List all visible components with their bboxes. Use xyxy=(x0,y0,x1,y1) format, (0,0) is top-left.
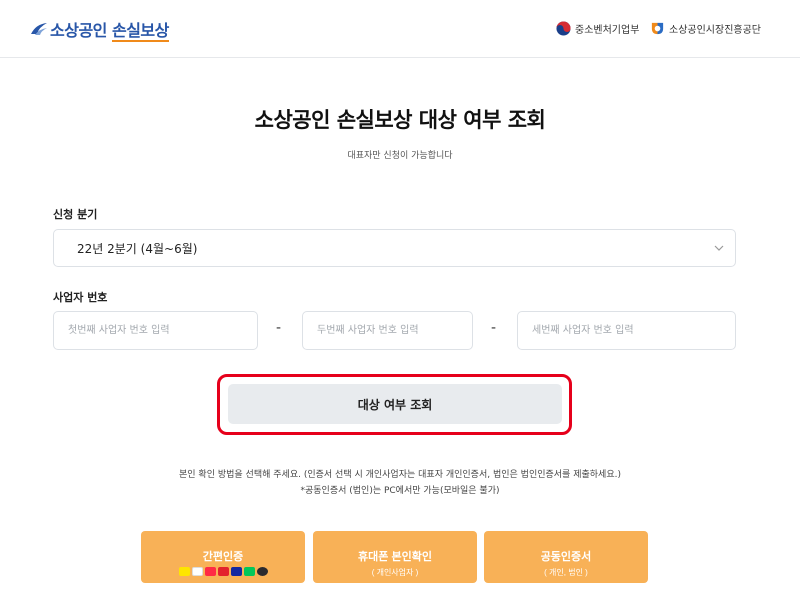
quarter-label: 신청 분기 xyxy=(53,208,98,221)
bizno-label: 사업자 번호 xyxy=(53,291,108,304)
joint-cert-label: 공동인증서 xyxy=(540,551,592,563)
cert-notice: *공동인증서 (법인)는 PC에서만 가능(모바일은 불가) xyxy=(300,486,500,496)
page-subtitle: 대표자만 신청이 가능합니다 xyxy=(347,151,453,161)
agency-mss[interactable]: 중소벤처기업부 xyxy=(556,21,639,36)
search-eligibility-button[interactable]: 대상 여부 조회 xyxy=(228,384,562,424)
bizno-input-2[interactable] xyxy=(302,311,473,350)
site-logo[interactable]: 소상공인 손실보상 xyxy=(30,17,169,42)
phone-auth-sub: ( 개인사업자 ) xyxy=(371,568,419,577)
joint-cert-button[interactable]: 공동인증서 ( 개인, 법인 ) xyxy=(484,531,648,583)
logo-wave-icon xyxy=(31,23,47,35)
quarter-select-value: 22년 2분기 (4월~6월) xyxy=(77,241,198,256)
site-header: 소상공인 손실보상 중소벤처기업부 소상공인시장진흥공단 xyxy=(0,0,800,58)
simple-auth-label: 간편인증 xyxy=(202,551,244,563)
kb-icon xyxy=(256,567,268,576)
bizno-input-3[interactable] xyxy=(517,311,736,350)
taegeuk-emblem-icon xyxy=(556,21,571,36)
bizno-dash-1: - xyxy=(276,320,282,336)
page-title: 소상공인 손실보상 대상 여부 조회 xyxy=(254,108,546,132)
toss-icon xyxy=(191,567,203,576)
semas-emblem-icon xyxy=(651,22,664,35)
auth-notice: 본인 확인 방법을 선택해 주세요. (인증서 선택 시 개인사업자는 대표자 … xyxy=(179,470,621,480)
bizno-input-1[interactable] xyxy=(53,311,258,350)
agency-semas[interactable]: 소상공인시장진흥공단 xyxy=(650,21,761,36)
phone-auth-button[interactable]: 휴대폰 본인확인 ( 개인사업자 ) xyxy=(313,531,477,583)
logo-text: 소상공인 손실보상 xyxy=(50,21,169,42)
samsung-pass-icon xyxy=(230,567,242,576)
naver-icon xyxy=(243,567,255,576)
kakao-icon xyxy=(178,567,190,576)
bizno-dash-2: - xyxy=(491,320,497,336)
joint-cert-sub: ( 개인, 법인 ) xyxy=(544,568,588,577)
chevron-down-icon xyxy=(714,245,724,251)
phone-auth-label: 휴대폰 본인확인 xyxy=(358,551,432,563)
simple-auth-button[interactable]: 간편인증 xyxy=(141,531,305,583)
auth-app-icons xyxy=(141,567,305,576)
quarter-select[interactable]: 22년 2분기 (4월~6월) xyxy=(53,229,736,267)
payco-icon xyxy=(204,567,216,576)
agency-mss-label: 중소벤처기업부 xyxy=(575,25,640,36)
agency-semas-label: 소상공인시장진흥공단 xyxy=(669,25,761,36)
pass-icon xyxy=(217,567,229,576)
